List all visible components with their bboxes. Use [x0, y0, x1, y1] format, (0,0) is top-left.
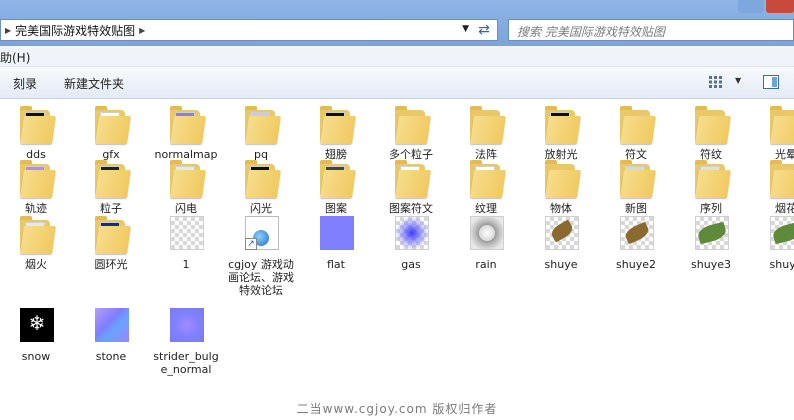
- new-folder-button[interactable]: 新建文件夹: [64, 75, 124, 92]
- image-icon: [395, 216, 429, 254]
- folder-icon: [395, 160, 431, 198]
- item-label: 序列: [700, 202, 722, 215]
- folder-icon: [245, 160, 281, 198]
- folder-icon: [770, 160, 794, 198]
- breadcrumb-arrow-icon[interactable]: ▶: [5, 26, 11, 35]
- item-label: 轨迹: [25, 202, 47, 215]
- view-options-icon[interactable]: [709, 76, 723, 88]
- breadcrumb-arrow-icon[interactable]: ▶: [139, 26, 145, 35]
- image-icon: [320, 216, 354, 254]
- snowflake-icon: ❄: [28, 311, 46, 335]
- menu-bar: 助(H): [0, 46, 794, 67]
- folder-icon: [245, 106, 281, 144]
- folder-icon: [95, 160, 131, 198]
- item-label: 1: [182, 258, 190, 271]
- folder-icon: [620, 106, 656, 144]
- item-label: gas: [401, 258, 421, 271]
- chevron-down-icon[interactable]: ▼: [735, 76, 741, 85]
- item-label: shuye: [769, 258, 794, 271]
- image-icon: [170, 308, 204, 346]
- folder-icon: [320, 160, 356, 198]
- item-label: cgjoy 游戏动画论坛、游戏特效论坛: [228, 258, 294, 297]
- folder-icon: [95, 216, 131, 254]
- item-label: strider_bulge_normal: [153, 350, 219, 376]
- item-label: 物体: [550, 202, 572, 215]
- watermark-text: 二当www.cgjoy.com 版权归作者: [296, 402, 498, 416]
- chevron-down-icon[interactable]: ▼: [462, 24, 469, 34]
- window-titlebar: ▶ 完美国际游戏特效贴图 ▶ ▼ ⇄ 搜索 完美国际游戏特效贴图: [0, 0, 794, 46]
- folder-icon: [770, 106, 794, 144]
- leaf-image-icon: [545, 216, 579, 254]
- item-label: snow: [21, 350, 51, 363]
- folder-icon: [545, 106, 581, 144]
- item-label: 烟花: [775, 202, 794, 215]
- folder-icon: [20, 216, 56, 254]
- folder-icon: [170, 160, 206, 198]
- preview-pane-icon[interactable]: [763, 75, 779, 89]
- folder-icon: [470, 160, 506, 198]
- folder-icon: [320, 106, 356, 144]
- item-label: 烟火: [25, 258, 47, 271]
- item-label: stone: [95, 350, 127, 363]
- folder-icon: [470, 106, 506, 144]
- item-label: 新图: [625, 202, 647, 215]
- leaf-image-icon: [770, 216, 794, 254]
- item-label: 闪电: [175, 202, 197, 215]
- item-label: shuye2: [616, 258, 656, 271]
- transparent-image-icon: [170, 216, 204, 254]
- image-icon: [95, 308, 129, 346]
- item-label: 粒子: [100, 202, 122, 215]
- breadcrumb-current-folder[interactable]: 完美国际游戏特效贴图: [15, 22, 135, 39]
- item-label: shuye: [544, 258, 578, 271]
- address-bar[interactable]: ▶ 完美国际游戏特效贴图 ▶ ▼ ⇄: [0, 19, 498, 41]
- item-label: 图案符文: [389, 202, 433, 215]
- folder-icon: [95, 106, 131, 144]
- menu-help[interactable]: 助(H): [0, 49, 30, 66]
- folder-icon: [695, 106, 731, 144]
- item-label: shuye3: [691, 258, 731, 271]
- folder-icon: [170, 106, 206, 144]
- item-label: 图案: [325, 202, 347, 215]
- folder-icon: [545, 160, 581, 198]
- command-toolbar: 刻录 新建文件夹 ▼: [0, 67, 794, 99]
- folder-icon: [395, 106, 431, 144]
- folder-icon: [20, 160, 56, 198]
- close-button[interactable]: [766, 0, 794, 13]
- image-icon: ❄: [20, 308, 54, 346]
- refresh-icon[interactable]: ⇄: [475, 22, 493, 38]
- folder-icon: [695, 160, 731, 198]
- leaf-image-icon: [620, 216, 654, 254]
- item-label: 圆环光: [94, 258, 128, 271]
- item-label: 闪光: [250, 202, 272, 215]
- folder-icon: [20, 106, 56, 144]
- search-box[interactable]: 搜索 完美国际游戏特效贴图: [508, 19, 794, 41]
- image-icon: [470, 216, 504, 254]
- item-label: flat: [327, 258, 345, 271]
- shortcut-icon: ↗: [245, 216, 279, 254]
- leaf-image-icon: [695, 216, 729, 254]
- maximize-button[interactable]: [738, 0, 764, 13]
- search-input[interactable]: 搜索 完美国际游戏特效贴图: [517, 23, 665, 40]
- item-label: 纹理: [475, 202, 497, 215]
- item-label: rain: [475, 258, 497, 271]
- folder-icon: [620, 160, 656, 198]
- burn-button[interactable]: 刻录: [13, 75, 37, 92]
- file-list: dds gfx normalmap pq 翅膀 多个粒子 法阵 放射光 符文 符…: [0, 98, 794, 398]
